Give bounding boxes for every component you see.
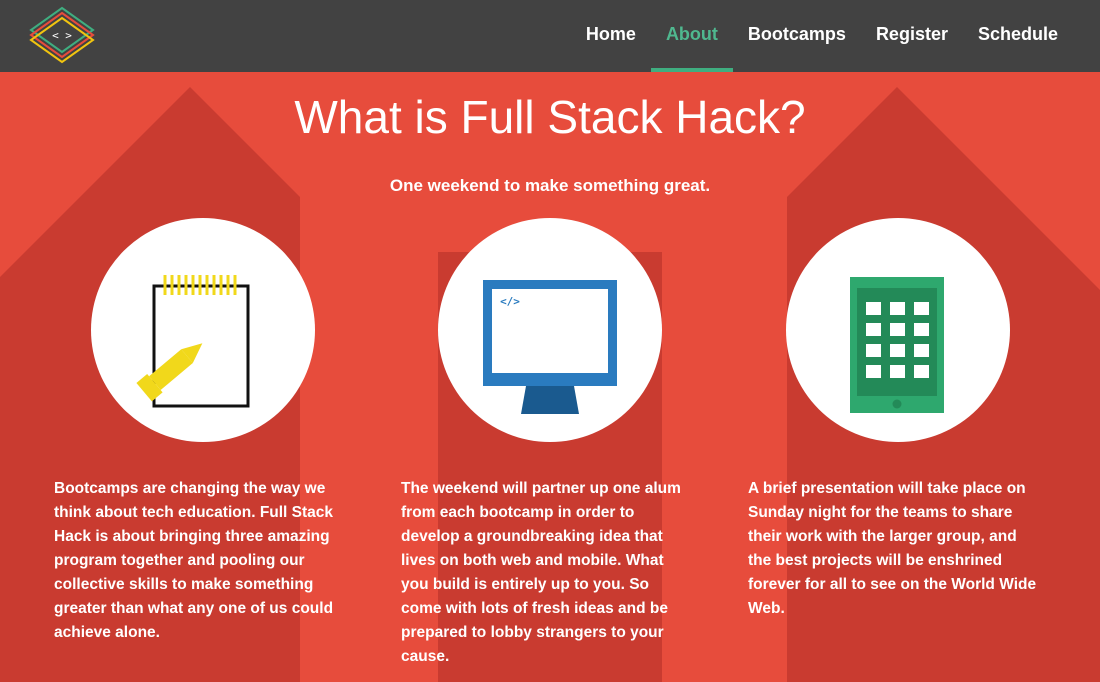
nav-home[interactable]: Home: [571, 0, 651, 72]
feature-circle-notepad: [91, 218, 315, 442]
tablet-icon: [850, 277, 944, 413]
page-subtitle: One weekend to make something great.: [389, 176, 711, 195]
nav-links: Home About Bootcamps Register Schedule: [571, 0, 1073, 72]
diamond-code-logo-icon[interactable]: < >: [28, 6, 96, 66]
page-title: What is Full Stack Hack?: [294, 91, 806, 143]
nav-about[interactable]: About: [650, 0, 733, 72]
desktop-monitor-icon: </>: [483, 280, 617, 414]
feature-text-presentation: A brief presentation will take place on …: [748, 480, 1037, 617]
top-navbar: < > Home About Bootcamps Register Schedu…: [0, 0, 1100, 72]
feature-circle-monitor: </>: [438, 218, 662, 442]
feature-circle-tablet: [786, 218, 1010, 442]
nav-bootcamps[interactable]: Bootcamps: [733, 0, 861, 72]
nav-register[interactable]: Register: [861, 0, 963, 72]
notepad-pencil-icon: [136, 275, 250, 408]
svg-text:</>: </>: [500, 295, 520, 308]
feature-text-weekend: The weekend will partner up one alum fro…: [401, 480, 681, 665]
svg-text:< >: < >: [52, 29, 72, 42]
feature-text-bootcamps: Bootcamps are changing the way we think …: [54, 480, 334, 641]
nav-schedule[interactable]: Schedule: [963, 0, 1073, 72]
